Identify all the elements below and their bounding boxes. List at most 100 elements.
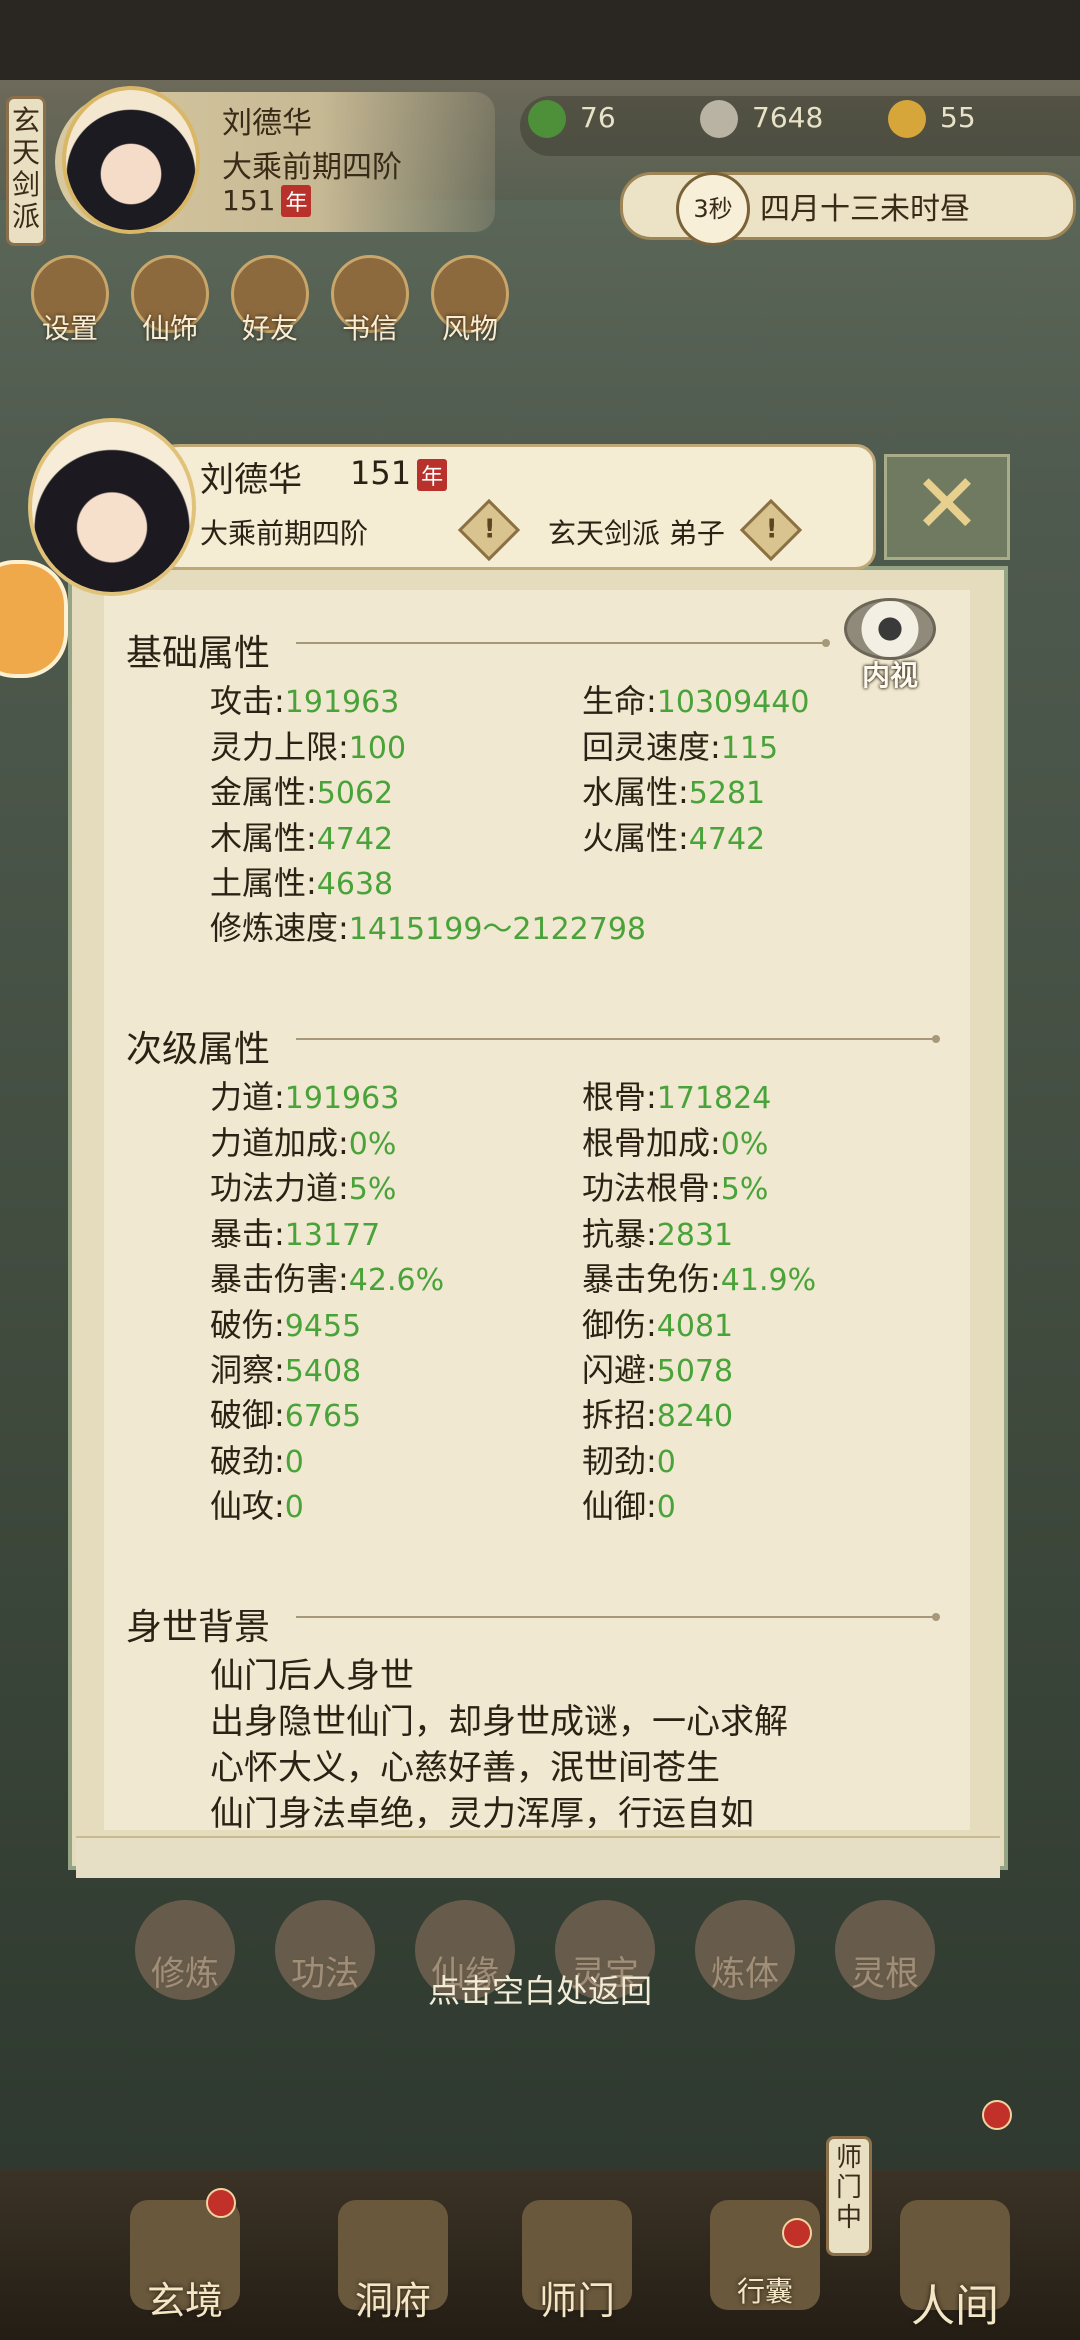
attr-label: 根骨: (582, 1078, 657, 1116)
sect-tag-char: 剑 (11, 168, 40, 201)
attr-label: 火属性: (582, 819, 689, 857)
attr-label: 回灵速度: (582, 728, 721, 766)
attr-value: 5% (348, 1172, 397, 1207)
attr-label: 拆招: (582, 1396, 657, 1434)
attr-item: 仙御:0 (582, 1481, 676, 1527)
attr-label: 金属性: (210, 773, 317, 811)
attr-item: 功法力道:5% (210, 1163, 396, 1209)
nav-label: 玄境 (146, 2279, 223, 2323)
modal-avatar (28, 418, 196, 596)
notification-dot (782, 2218, 812, 2248)
attr-item: 暴击伤害:42.6% (210, 1254, 444, 1300)
attr-value: 191963 (284, 685, 400, 720)
resource-strength[interactable]: 55 (888, 100, 976, 138)
player-age-value: 151 (222, 184, 276, 217)
attr-item: 暴击:13177 (210, 1209, 380, 1255)
background-line: 仙门后人身世 (210, 1656, 414, 1696)
attr-label: 暴击伤害: (210, 1260, 349, 1298)
attr-value: 100 (348, 731, 407, 766)
attr-value: 115 (720, 731, 779, 766)
attr-label: 破劲: (210, 1442, 285, 1480)
resource-stone[interactable]: 7648 (700, 100, 823, 138)
close-button[interactable]: ✕ (884, 454, 1010, 560)
attr-value: 0 (284, 1445, 304, 1480)
attr-value: 0 (656, 1490, 676, 1525)
attr-value: 4638 (316, 867, 394, 902)
sect-tag-char: 天 (11, 136, 40, 169)
attr-value: 10309440 (656, 685, 810, 720)
nav-dongfu[interactable]: 洞府 (318, 2200, 468, 2325)
section-divider (296, 1613, 940, 1621)
notification-dot (206, 2188, 236, 2218)
attr-label: 生命: (582, 682, 657, 720)
attr-item: 抗暴:2831 (582, 1209, 733, 1255)
attr-label: 闪避: (582, 1351, 657, 1389)
sect-tag[interactable]: 玄 天 剑 派 (6, 96, 46, 246)
nav-bag[interactable]: 行囊 (690, 2200, 840, 2310)
modal-bottom-bar (76, 1836, 1000, 1878)
attr-value: 6765 (284, 1399, 362, 1434)
spirit-stone-icon (700, 100, 738, 138)
menu-label: 书信 (341, 312, 398, 345)
background-line: 出身隐世仙门，却身世成谜，一心求解 (210, 1702, 788, 1742)
menu-mail[interactable]: 书信 (330, 255, 410, 347)
attr-item: 暴击免伤:41.9% (582, 1254, 816, 1300)
attr-value: 41.9% (720, 1263, 817, 1298)
shimen-status-tag: 师 门 中 (826, 2136, 872, 2256)
inspect-label: 内视 (861, 659, 918, 692)
avatar[interactable] (62, 86, 200, 234)
section-divider (296, 1035, 940, 1043)
attr-value: 13177 (284, 1218, 381, 1253)
section-divider (296, 639, 830, 647)
menu-costume[interactable]: 仙饰 (130, 255, 210, 347)
section-title-secondary: 次级属性 (126, 1029, 271, 1070)
nav-label: 洞府 (354, 2279, 431, 2323)
nav-label: 人间 (911, 2281, 999, 2332)
attr-label: 暴击: (210, 1215, 285, 1253)
attr-value: 0% (720, 1127, 769, 1162)
close-icon: ✕ (912, 457, 982, 552)
resource-jade[interactable]: 76 (528, 100, 616, 138)
attr-item: 灵力上限:100 (210, 722, 406, 768)
menu-friends[interactable]: 好友 (230, 255, 310, 347)
menu-settings[interactable]: 设置 (30, 255, 110, 347)
attr-item: 破伤:9455 (210, 1300, 361, 1346)
attr-value: 5408 (284, 1354, 362, 1389)
resource-value: 7648 (752, 101, 824, 134)
strength-icon (888, 100, 926, 138)
attr-item: 根骨:171824 (582, 1072, 771, 1118)
nav-renjian[interactable]: 人间 (880, 2200, 1030, 2334)
attr-value: 4742 (688, 822, 766, 857)
attr-value: 0 (284, 1490, 304, 1525)
game-time: 四月十三未时昼 (760, 192, 970, 227)
player-age: 151 年 (222, 184, 312, 217)
attr-value: 9455 (284, 1309, 362, 1344)
attr-item: 木属性:4742 (210, 813, 393, 859)
inspect-button[interactable]: 内视 (842, 598, 938, 696)
attr-label: 暴击免伤: (582, 1260, 721, 1298)
attr-label: 破御: (210, 1396, 285, 1434)
tap-to-return-hint[interactable]: 点击空白处返回 (0, 1966, 1080, 2012)
modal-age-value: 151 (350, 454, 412, 492)
attr-value: 5062 (316, 776, 394, 811)
status-strip (0, 0, 1080, 80)
attr-value: 8240 (656, 1399, 734, 1434)
nav-xuanjing[interactable]: 玄境 (110, 2200, 260, 2325)
modal-age: 151 年 (350, 454, 448, 492)
attr-item: 修炼速度:1415199～2122798 (210, 903, 646, 949)
attr-item: 洞察:5408 (210, 1345, 361, 1391)
attr-label: 抗暴: (582, 1215, 657, 1253)
sect-tag-char: 派 (11, 200, 40, 233)
side-float-button[interactable] (0, 560, 68, 678)
warning-icon: ! (765, 514, 778, 545)
attr-value: 42.6% (348, 1263, 445, 1298)
menu-customs[interactable]: 风物 (430, 255, 510, 347)
nav-label: 师门 (538, 2279, 615, 2323)
attr-item: 回灵速度:115 (582, 722, 778, 768)
section-title-background: 身世背景 (126, 1607, 271, 1648)
background-line: 仙门身法卓绝，灵力浑厚，行运自如 (210, 1794, 754, 1828)
attr-label: 根骨加成: (582, 1124, 721, 1162)
nav-shimen[interactable]: 师门 (502, 2200, 652, 2325)
attr-label: 力道加成: (210, 1124, 349, 1162)
attr-value: 0% (348, 1127, 397, 1162)
